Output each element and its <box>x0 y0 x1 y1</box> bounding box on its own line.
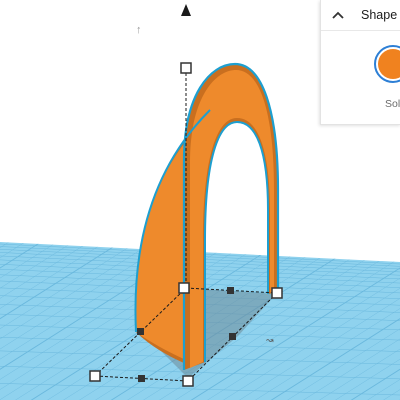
panel-divider <box>321 30 400 31</box>
solid-label: Solid <box>385 98 400 110</box>
corner-handle-back-right[interactable] <box>271 287 283 299</box>
rotate-cursor-icon: ↑ <box>136 24 142 36</box>
height-handle[interactable] <box>180 62 192 74</box>
dimension-arrow-icon: ↝ <box>266 335 274 345</box>
edge-handle-left[interactable] <box>137 328 144 335</box>
edge-handle-back[interactable] <box>227 287 234 294</box>
solid-color-swatch <box>378 49 400 79</box>
panel-collapse-button[interactable] <box>327 4 349 26</box>
solid-color-button[interactable] <box>374 45 400 83</box>
chevron-up-icon <box>332 6 344 24</box>
shape-panel: Shape Solid <box>320 0 400 125</box>
corner-handle-front-right[interactable] <box>182 375 194 387</box>
panel-title: Shape <box>361 8 398 22</box>
edge-handle-front[interactable] <box>138 375 145 382</box>
lift-arrow-icon[interactable] <box>181 4 191 16</box>
corner-handle-front-left[interactable] <box>89 370 101 382</box>
corner-handle-back-left[interactable] <box>178 282 190 294</box>
edge-handle-right[interactable] <box>229 333 236 340</box>
